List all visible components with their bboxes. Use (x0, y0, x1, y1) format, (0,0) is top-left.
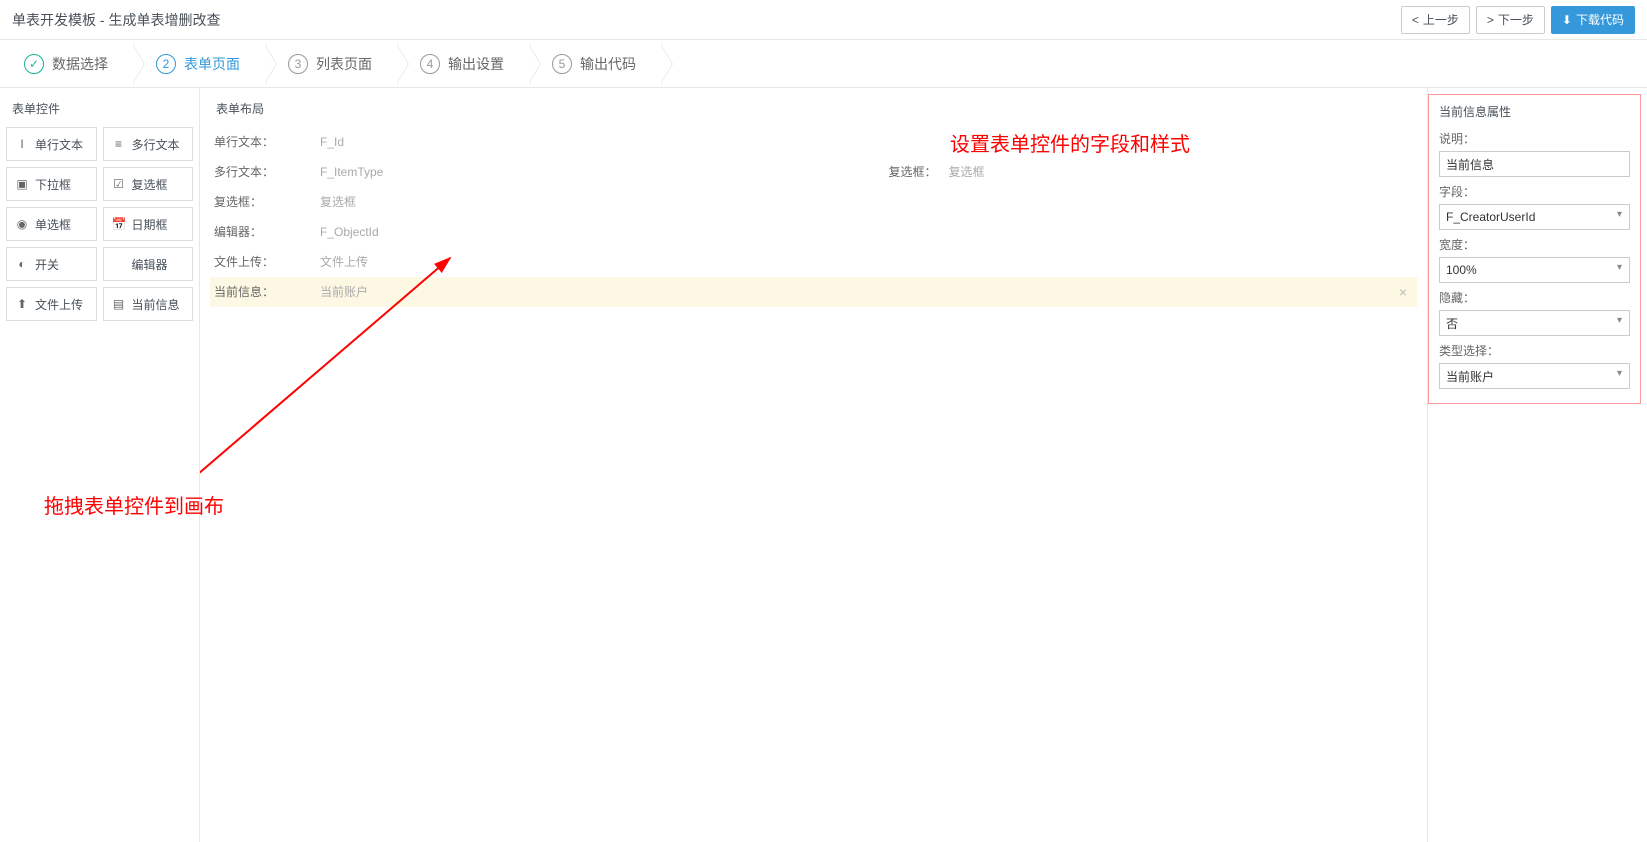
row-value: F_ObjectId (320, 221, 1417, 243)
control-单选框[interactable]: ◉ 单选框 (6, 207, 97, 241)
field-select[interactable] (1439, 204, 1630, 230)
row-value: F_ItemType (320, 161, 869, 183)
control-label: 单选框 (35, 216, 71, 233)
row-value: 复选框 (320, 189, 1417, 214)
type-label: 类型选择： (1439, 342, 1630, 359)
row-value: F_Id (320, 131, 1417, 153)
chevron-left-icon: < (1412, 13, 1419, 27)
layout-row[interactable]: 单行文本：F_Id (210, 127, 1417, 157)
step-list-page[interactable]: 3 列表页面 (264, 40, 396, 87)
next-label: 下一步 (1498, 11, 1534, 28)
controls-title: 表单控件 (6, 96, 193, 127)
control-icon: ⬆ (15, 297, 29, 311)
properties-panel: 当前信息属性 说明： 字段： 宽度： 隐藏： 类型选择： (1427, 88, 1647, 842)
layout-row[interactable]: 编辑器：F_ObjectId (210, 217, 1417, 247)
step-form-page[interactable]: 2 表单页面 (132, 40, 264, 87)
control-开关[interactable]: ◐ 开关 (6, 247, 97, 281)
control-label: 单行文本 (35, 136, 83, 153)
step-num-5: 5 (552, 54, 572, 74)
control-单行文本[interactable]: I 单行文本 (6, 127, 97, 161)
control-文件上传[interactable]: ⬆ 文件上传 (6, 287, 97, 321)
control-多行文本[interactable]: ≡ 多行文本 (103, 127, 194, 161)
control-label: 下拉框 (35, 176, 71, 193)
row-label: 单行文本： (210, 133, 320, 150)
step-num-2: 2 (156, 54, 176, 74)
control-icon: ▣ (15, 177, 29, 191)
step-label-1: 数据选择 (52, 54, 108, 74)
step-data-select[interactable]: ✓ 数据选择 (0, 40, 132, 87)
control-复选框[interactable]: ☑ 复选框 (103, 167, 194, 201)
next-button[interactable]: > 下一步 (1476, 6, 1545, 34)
field-label: 字段： (1439, 183, 1630, 200)
control-label: 编辑器 (132, 256, 168, 273)
canvas[interactable]: 表单布局 单行文本：F_Id多行文本：F_ItemType复选框：复选框复选框：… (200, 88, 1427, 842)
page-title: 单表开发模板 - 生成单表增删改查 (12, 10, 220, 30)
props-title: 当前信息属性 (1439, 103, 1630, 120)
controls-panel: 表单控件 I 单行文本 ≡ 多行文本 ▣ 下拉框 ☑ 复选框 ◉ 单选框 📅 日期框 ◐ 开关 编辑器 ⬆ 文件… (0, 88, 200, 842)
width-label: 宽度： (1439, 236, 1630, 253)
control-label: 复选框 (132, 176, 168, 193)
wizard-steps: ✓ 数据选择 2 表单页面 3 列表页面 4 输出设置 5 输出代码 (0, 40, 1647, 88)
control-icon: ◐ (15, 257, 29, 271)
control-下拉框[interactable]: ▣ 下拉框 (6, 167, 97, 201)
control-icon: I (15, 137, 29, 151)
control-icon: ▤ (112, 297, 126, 311)
step-num-1: ✓ (24, 54, 44, 74)
download-button[interactable]: ⬇ 下载代码 (1551, 6, 1635, 34)
row-label: 文件上传： (210, 253, 320, 270)
chevron-right-icon: > (1487, 13, 1494, 27)
control-icon: 📅 (112, 217, 126, 231)
row-label: 复选框： (210, 193, 320, 210)
layout-row[interactable]: 多行文本：F_ItemType复选框：复选框 (210, 157, 1417, 187)
control-label: 日期框 (132, 216, 168, 233)
layout-row[interactable]: 当前信息：当前账户× (210, 277, 1417, 307)
row-value-2: 复选框 (949, 159, 1418, 184)
prev-button[interactable]: < 上一步 (1401, 6, 1470, 34)
step-label-3: 列表页面 (316, 54, 372, 74)
desc-input[interactable] (1439, 151, 1630, 177)
step-output-code[interactable]: 5 输出代码 (528, 40, 660, 87)
width-select[interactable] (1439, 257, 1630, 283)
step-label-5: 输出代码 (580, 54, 636, 74)
control-icon: ☑ (112, 177, 126, 191)
layout-title: 表单布局 (210, 96, 1417, 127)
layout-row[interactable]: 复选框：复选框 (210, 187, 1417, 217)
hidden-select[interactable] (1439, 310, 1630, 336)
control-编辑器[interactable]: 编辑器 (103, 247, 194, 281)
control-label: 当前信息 (132, 296, 180, 313)
download-icon: ⬇ (1562, 13, 1572, 27)
type-select[interactable] (1439, 363, 1630, 389)
hidden-label: 隐藏： (1439, 289, 1630, 306)
control-icon: ◉ (15, 217, 29, 231)
control-label: 文件上传 (35, 296, 83, 313)
download-label: 下载代码 (1576, 11, 1624, 28)
step-label-4: 输出设置 (448, 54, 504, 74)
row-label-2: 复选框： (869, 163, 949, 180)
header-buttons: < 上一步 > 下一步 ⬇ 下载代码 (1401, 6, 1635, 34)
row-value: 文件上传 (320, 249, 1417, 274)
control-label: 多行文本 (132, 136, 180, 153)
page-header: 单表开发模板 - 生成单表增删改查 < 上一步 > 下一步 ⬇ 下载代码 (0, 0, 1647, 40)
layout-row[interactable]: 文件上传：文件上传 (210, 247, 1417, 277)
row-label: 多行文本： (210, 163, 320, 180)
step-num-4: 4 (420, 54, 440, 74)
prev-label: 上一步 (1423, 11, 1459, 28)
control-icon: ≡ (112, 137, 126, 151)
control-日期框[interactable]: 📅 日期框 (103, 207, 194, 241)
control-当前信息[interactable]: ▤ 当前信息 (103, 287, 194, 321)
control-label: 开关 (35, 256, 59, 273)
step-label-2: 表单页面 (184, 54, 240, 74)
desc-label: 说明： (1439, 130, 1630, 147)
step-output-settings[interactable]: 4 输出设置 (396, 40, 528, 87)
row-label: 当前信息： (210, 283, 320, 300)
step-num-3: 3 (288, 54, 308, 74)
row-value: 当前账户 (320, 279, 1389, 304)
close-icon[interactable]: × (1389, 284, 1417, 300)
row-label: 编辑器： (210, 223, 320, 240)
